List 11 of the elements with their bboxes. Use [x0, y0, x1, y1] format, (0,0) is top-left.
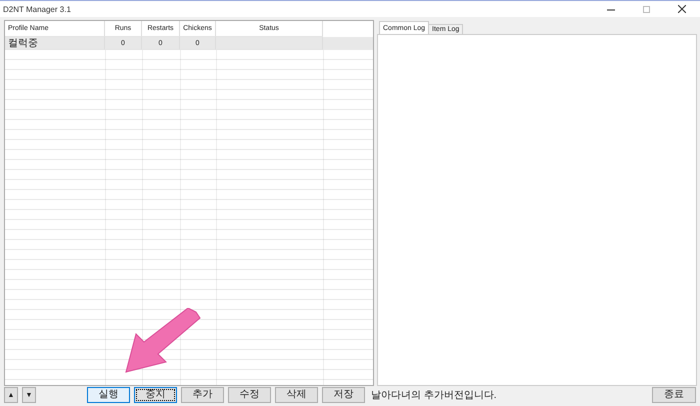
status-text: 날아다녀의 추가버전입니다.	[371, 389, 498, 402]
action-button[interactable]: 중지	[134, 387, 177, 403]
exit-button[interactable]: 종료	[652, 387, 696, 403]
action-button[interactable]: 실행	[87, 387, 130, 403]
window-title: D2NT Manager 3.1	[2, 4, 72, 14]
action-button[interactable]: 삭제	[275, 387, 318, 403]
close-icon[interactable]	[678, 5, 686, 13]
action-button[interactable]: 수정	[228, 387, 271, 403]
action-button[interactable]: 저장	[322, 387, 365, 403]
table-cell-text: 컬럭중	[8, 37, 38, 50]
action-button[interactable]: 추가	[181, 387, 224, 403]
